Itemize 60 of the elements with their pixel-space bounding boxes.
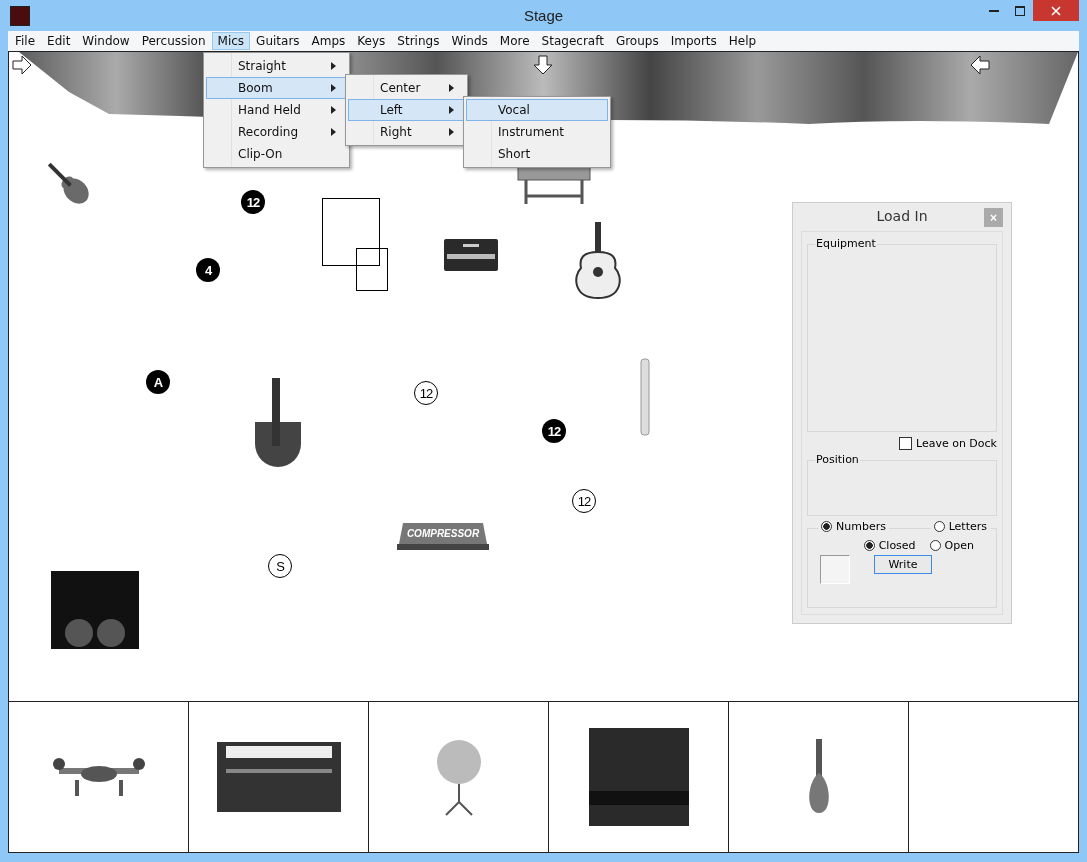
submenu-arrow-icon (331, 106, 336, 114)
panel-title: Load In (876, 207, 928, 224)
number-marker[interactable]: S (268, 554, 292, 578)
number-marker[interactable]: 4 (196, 258, 220, 282)
number-marker[interactable]: 12 (414, 381, 438, 405)
color-swatch[interactable] (820, 555, 850, 584)
number-marker[interactable]: 12 (241, 190, 265, 214)
minimize-icon (989, 9, 999, 12)
menu-item[interactable]: Straight (206, 55, 347, 77)
menu-item[interactable]: Imports (664, 32, 723, 50)
compressor-drawing: COMPRESSOR (397, 522, 489, 552)
radio-button[interactable]: Open (929, 539, 974, 552)
leave-on-dock-checkbox[interactable]: Leave on Dock (807, 434, 997, 452)
submenu-arrow-icon (331, 62, 336, 70)
left-arrow-icon[interactable] (970, 55, 990, 75)
menu-item[interactable]: Mics (211, 32, 251, 50)
submenu-arrow-icon (449, 106, 454, 114)
group-label: Position (815, 453, 860, 466)
app-icon (10, 5, 30, 26)
menu-item[interactable]: Stagecraft (535, 32, 610, 50)
menu-item[interactable]: Help (722, 32, 763, 50)
menu-item[interactable]: Instrument (466, 121, 608, 143)
menu-item[interactable]: Left (348, 99, 465, 121)
menu-item[interactable]: Amps (305, 32, 352, 50)
group-label: Equipment (815, 237, 877, 250)
submenu-arrow-icon (449, 84, 454, 92)
radio-button[interactable]: Letters (930, 520, 990, 533)
number-marker[interactable]: A (146, 370, 170, 394)
menu-item[interactable]: Groups (609, 32, 665, 50)
right-arrow-icon[interactable] (12, 55, 32, 75)
menu-item[interactable]: Center (348, 77, 465, 99)
menu-item[interactable]: Vocal (466, 99, 608, 121)
radio-button[interactable]: Numbers (818, 520, 889, 533)
menu-item[interactable]: Clip-On (206, 143, 347, 165)
menu-item[interactable]: Winds (445, 32, 494, 50)
window-title: Stage (523, 7, 564, 24)
menu-item[interactable]: Window (76, 32, 136, 50)
radio-button[interactable]: Closed (863, 539, 916, 552)
menu-item[interactable]: Edit (41, 32, 77, 50)
submenu-arrow-icon (331, 128, 336, 136)
menu-item[interactable]: Boom (206, 77, 347, 99)
close-icon (1051, 5, 1061, 16)
amplifier-drawing (443, 238, 499, 272)
maximize-icon (1015, 5, 1025, 16)
submenu-arrow-icon (449, 128, 454, 136)
write-button[interactable]: Write (874, 555, 932, 574)
number-marker[interactable]: 12 (572, 489, 596, 513)
menu-item[interactable]: Percussion (135, 32, 212, 50)
menu-item[interactable]: File (9, 32, 42, 50)
menu-item[interactable]: More (493, 32, 536, 50)
menu-item[interactable]: Guitars (250, 32, 306, 50)
menu-item[interactable]: Right (348, 121, 465, 143)
submenu-arrow-icon (331, 84, 336, 92)
down-arrow-icon[interactable] (533, 55, 553, 75)
menu-item[interactable]: Recording (206, 121, 347, 143)
menu-item[interactable]: Keys (351, 32, 392, 50)
menu-item[interactable]: Strings (391, 32, 446, 50)
menu-item[interactable]: Short (466, 143, 608, 165)
number-marker[interactable]: 12 (542, 419, 566, 443)
menu-item[interactable]: Hand Held (206, 99, 347, 121)
